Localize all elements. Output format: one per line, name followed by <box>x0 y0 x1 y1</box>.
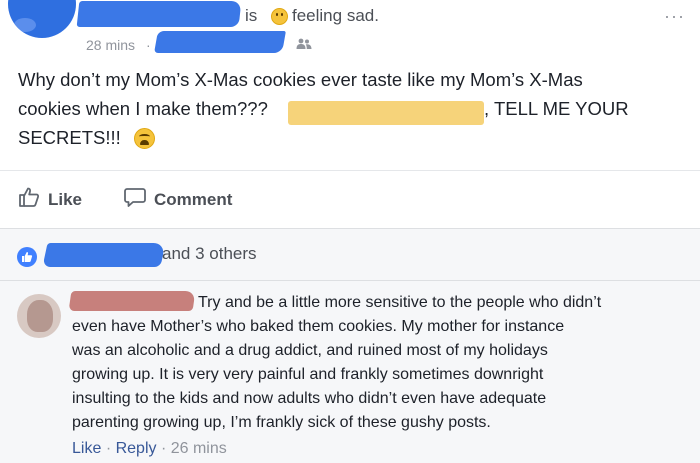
header-is-text: is <box>245 6 258 25</box>
divider <box>0 280 700 281</box>
friends-icon[interactable] <box>296 38 312 53</box>
like-button[interactable]: Like <box>18 186 82 213</box>
post-menu-button[interactable]: ··· <box>664 6 685 27</box>
comment-actions-separator: · <box>160 440 167 457</box>
timestamp-separator: · <box>146 37 151 53</box>
redacted-liker-names <box>42 243 166 267</box>
commenter-avatar[interactable] <box>17 294 61 338</box>
comment-timestamp[interactable]: 26 mins <box>171 440 227 457</box>
divider <box>0 170 700 171</box>
comment-text-line: growing up. It is very very painful and … <box>72 366 544 383</box>
comment-text-line: insulting to the kids and now adults who… <box>72 390 547 407</box>
comment-text-line: was an alcoholic and a drug addict, and … <box>72 342 548 359</box>
post-text-line: Why don’t my Mom’s X-Mas cookies ever ta… <box>18 69 583 90</box>
tired-face-icon <box>134 128 155 149</box>
redacted-commenter-name <box>68 291 196 311</box>
comment-text-line: parenting growing up, I’m frankly sick o… <box>72 414 491 431</box>
redacted-mention <box>288 101 484 125</box>
likes-summary[interactable]: and 3 others <box>162 244 257 264</box>
post-text-line: , TELL ME YOUR <box>484 98 629 119</box>
speech-bubble-icon <box>124 186 146 213</box>
post-text-line: SECRETS!!! <box>18 127 121 148</box>
comment-actions: Like · Reply · 26 mins <box>72 440 227 458</box>
like-label: Like <box>48 189 83 209</box>
post-timestamp[interactable]: 28 mins <box>86 37 135 53</box>
comment-button[interactable]: Comment <box>124 186 232 213</box>
thumbs-up-icon <box>18 186 40 213</box>
comment-reply-link[interactable]: Reply <box>116 440 157 457</box>
redacted-poster-name <box>76 1 242 27</box>
post-text-line: cookies when I make them??? <box>18 98 268 119</box>
feeling-text: feeling sad. <box>292 6 379 25</box>
poster-avatar[interactable] <box>8 0 76 38</box>
comment-text-line: even have Mother’s who baked them cookie… <box>72 318 565 335</box>
comment-text-line: Try and be a little more sensitive to th… <box>198 294 602 311</box>
comment-label: Comment <box>154 189 233 209</box>
sad-face-icon <box>271 8 288 25</box>
comment-like-link[interactable]: Like <box>72 440 101 457</box>
comment-actions-separator: · <box>105 440 112 457</box>
redacted-tagged-location <box>154 31 286 53</box>
like-reaction-icon <box>17 247 37 267</box>
